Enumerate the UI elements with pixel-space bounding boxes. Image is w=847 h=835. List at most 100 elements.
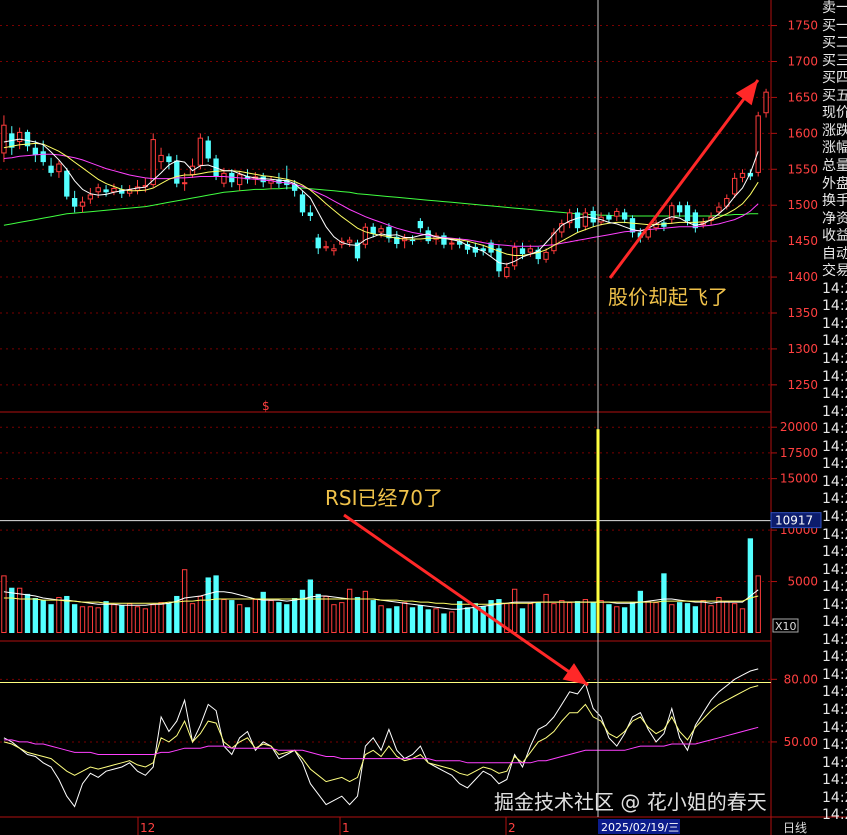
candle-up <box>614 210 620 217</box>
volume-bar-up <box>755 575 761 634</box>
volume-bar-down <box>213 575 219 633</box>
volume-bar-up <box>449 611 455 633</box>
candle-up <box>755 115 761 173</box>
volume-bars[interactable] <box>0 520 771 634</box>
volume-bar-down <box>315 593 321 633</box>
right-panel-label: 14:2 <box>822 473 847 490</box>
right-panel-label: 14:2 <box>822 526 847 543</box>
right-panel-label: 14:2 <box>822 315 847 332</box>
right-panel-label: 14:2 <box>822 544 847 561</box>
volume-bar-up <box>511 588 518 633</box>
volume-bar-down <box>386 608 392 633</box>
volume-bar-up <box>87 606 94 634</box>
volume-bar-down <box>260 591 266 633</box>
candle-down <box>174 160 180 184</box>
right-panel-label: 14:2 <box>822 561 847 578</box>
candle-up <box>449 242 455 245</box>
right-panel-label: 涨幅 <box>822 140 847 157</box>
candle-down <box>676 205 683 213</box>
volume-bar-down <box>205 577 211 633</box>
candle-down <box>299 194 306 213</box>
dollar-mark: $ <box>262 399 270 413</box>
volume-bar-down <box>276 602 282 633</box>
price-tick-label: 1600 <box>787 126 818 140</box>
scale-label: X10 <box>775 620 797 633</box>
x-tick-label: 1 <box>342 821 350 835</box>
right-panel-label: 14:2 <box>822 596 847 613</box>
volume-bar-up <box>401 602 408 633</box>
volume-bar-up <box>346 588 353 633</box>
volume-bar-down <box>629 602 636 633</box>
right-panel-label: 14:2 <box>822 508 847 525</box>
volume-bar-up <box>134 606 141 634</box>
candle-down <box>205 140 211 159</box>
x-tick-label: 12 <box>140 821 155 835</box>
candle-up <box>331 248 337 252</box>
candlesticks[interactable] <box>1 88 769 279</box>
volume-bar-down <box>676 602 683 633</box>
volume-bar-down <box>299 589 306 633</box>
volume-bar-up <box>645 601 651 633</box>
rsi-annotation: RSI已经70了 <box>325 486 443 510</box>
volume-ma-line-2 <box>3 595 759 605</box>
candle-up <box>95 187 101 193</box>
volume-bar-down <box>441 613 447 633</box>
volume-bar-down <box>574 601 581 633</box>
candle-up <box>739 172 746 178</box>
price-annotation: 股价却起飞了 <box>608 285 728 309</box>
right-panel-label: 14:2 <box>822 280 847 297</box>
candle-up <box>1 124 7 154</box>
period-label: 日线 <box>783 821 807 835</box>
candle-down <box>71 198 78 207</box>
volume-bar-up <box>323 595 329 634</box>
volume-bar-down <box>370 600 376 633</box>
volume-bar-up <box>197 595 204 634</box>
candle-down <box>32 147 39 155</box>
candle-down <box>260 176 266 183</box>
candle-down <box>103 189 109 193</box>
volume-bar-down <box>684 603 691 633</box>
volume-bar-up <box>268 600 274 633</box>
volume-bar-up <box>724 601 730 633</box>
volume-tick-label: 15000 <box>780 472 818 486</box>
candle-down <box>621 212 628 220</box>
volume-bar-down <box>590 602 596 633</box>
volume-bar-down <box>417 605 424 633</box>
volume-bar-down <box>456 601 463 633</box>
candle-up <box>79 201 86 207</box>
candle-down <box>692 212 699 229</box>
right-panel-label: 14:2 <box>822 684 847 701</box>
candle-up <box>527 248 534 253</box>
volume-bar-down <box>425 609 431 633</box>
ma10-line <box>3 142 759 256</box>
candle-down <box>40 151 46 163</box>
y-axis-labels: 1750 1700 1650 1600 1550 1500 1450 1400 1350 1300… <box>770 19 822 749</box>
volume-bar-up <box>433 608 439 633</box>
moving-average-lines <box>3 138 759 265</box>
candle-up <box>197 137 204 166</box>
volume-bar-up <box>158 602 164 633</box>
volume-bar-down <box>637 590 644 633</box>
right-panel-label: 14:2 <box>822 298 847 315</box>
candle-down <box>661 222 667 227</box>
price-tick-label: 1500 <box>787 198 818 212</box>
right-panel-label: 卖一 <box>822 0 847 16</box>
right-panel-label: 14:2 <box>822 438 847 455</box>
volume-bar-up <box>551 603 557 634</box>
volume-bar-up <box>150 604 156 634</box>
stock-chart[interactable]: 1750 1700 1650 1600 1550 1500 1450 1400 1350 1300… <box>0 0 847 835</box>
volume-bar-up <box>739 608 746 633</box>
price-arrow-head <box>735 80 758 106</box>
candle-up <box>158 154 164 163</box>
right-panel-label: 换手 <box>822 193 847 210</box>
volume-bar-up <box>669 604 675 634</box>
volume-bar-up <box>126 603 133 634</box>
volume-bar-down <box>166 603 172 633</box>
volume-bar-down <box>519 608 526 633</box>
candle-up <box>87 194 94 200</box>
right-panel-label: 自动 <box>822 245 847 262</box>
right-panel-label: 14:2 <box>822 649 847 666</box>
right-panel-label: 14:2 <box>822 754 847 771</box>
price-tick-label: 1400 <box>787 270 818 284</box>
volume-bar-up <box>543 593 549 634</box>
